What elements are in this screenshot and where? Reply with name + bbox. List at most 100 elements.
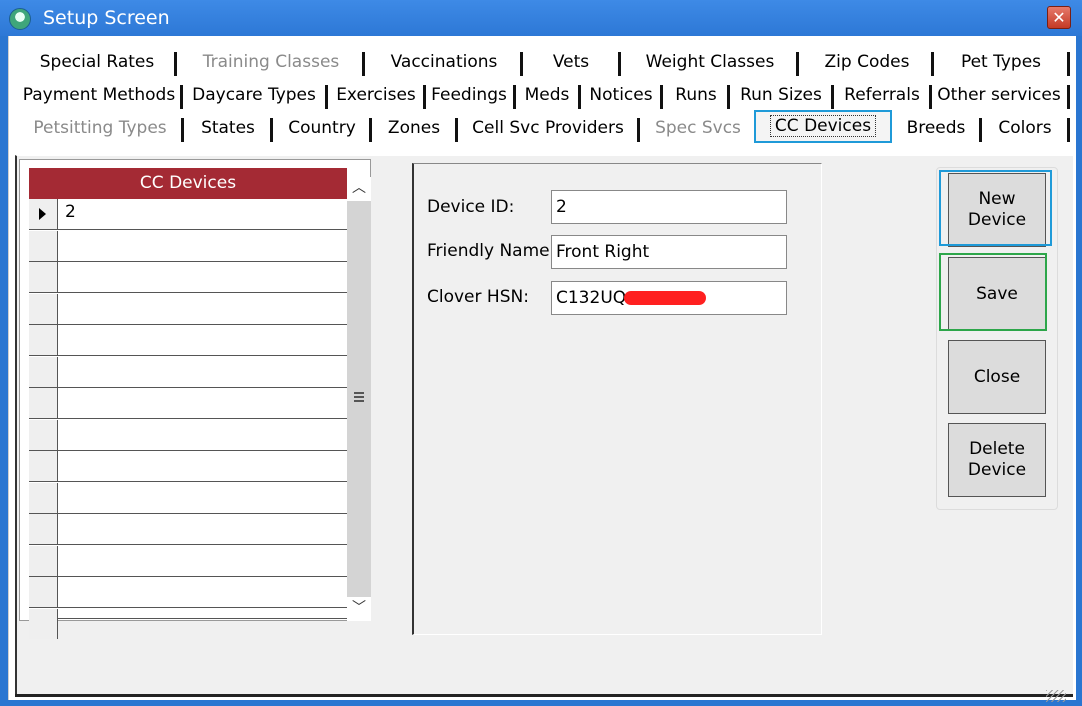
tab-runs[interactable]: Runs bbox=[667, 81, 725, 111]
tab-cell-svc-providers[interactable]: Cell Svc Providers bbox=[462, 114, 634, 144]
table-row[interactable] bbox=[29, 230, 347, 262]
tab-breeds[interactable]: Breeds bbox=[896, 114, 976, 144]
row-selector[interactable] bbox=[29, 577, 58, 607]
tab-separator bbox=[1067, 85, 1070, 109]
row-selector[interactable] bbox=[29, 325, 58, 355]
clover-hsn-value: C132UQ bbox=[556, 288, 627, 308]
table-row[interactable] bbox=[29, 262, 347, 293]
tab-training-classes[interactable]: Training Classes bbox=[181, 48, 361, 78]
device-id-field[interactable]: 2 bbox=[551, 190, 787, 224]
tab-payment-methods[interactable]: Payment Methods bbox=[21, 81, 177, 111]
row-selector[interactable] bbox=[29, 608, 58, 639]
tab-colors[interactable]: Colors bbox=[986, 114, 1064, 144]
tab-separator bbox=[831, 85, 834, 109]
row-selector[interactable] bbox=[29, 545, 58, 576]
grid-cell[interactable]: 2 bbox=[65, 202, 76, 222]
device-id-label: Device ID: bbox=[427, 197, 515, 217]
row-selector[interactable] bbox=[29, 230, 58, 261]
scroll-down-arrow-icon[interactable]: ﹀ bbox=[347, 597, 371, 621]
tab-separator bbox=[796, 52, 799, 76]
table-row[interactable] bbox=[29, 325, 347, 356]
tab-notices[interactable]: Notices bbox=[583, 81, 659, 111]
tab-separator bbox=[1067, 118, 1070, 142]
row-selector[interactable] bbox=[29, 356, 58, 387]
tab-vaccinations[interactable]: Vaccinations bbox=[369, 48, 519, 78]
clover-hsn-label: Clover HSN: bbox=[427, 287, 529, 307]
tab-separator bbox=[362, 52, 365, 76]
row-selector[interactable] bbox=[29, 293, 58, 324]
tab-weight-classes[interactable]: Weight Classes bbox=[625, 48, 795, 78]
tab-feedings[interactable]: Feedings bbox=[428, 81, 510, 111]
row-selector[interactable] bbox=[29, 262, 58, 292]
table-row[interactable] bbox=[29, 451, 347, 482]
table-row[interactable] bbox=[29, 514, 347, 545]
table-row[interactable] bbox=[29, 388, 347, 419]
tab-cc-devices[interactable]: CC Devices bbox=[754, 110, 892, 143]
close-button[interactable]: Close bbox=[948, 340, 1046, 414]
tab-exercises[interactable]: Exercises bbox=[332, 81, 420, 111]
scroll-thumb[interactable] bbox=[347, 201, 371, 597]
row-selector[interactable] bbox=[29, 451, 58, 481]
grip-icon bbox=[354, 392, 364, 402]
tab-separator bbox=[423, 85, 426, 109]
tab-separator bbox=[637, 118, 640, 142]
grid-header-cc-devices[interactable]: CC Devices bbox=[29, 168, 347, 199]
tab-pet-types[interactable]: Pet Types bbox=[938, 48, 1064, 78]
tab-zones[interactable]: Zones bbox=[376, 114, 452, 144]
table-row[interactable] bbox=[29, 293, 347, 325]
tab-special-rates[interactable]: Special Rates bbox=[21, 48, 173, 78]
tab-separator bbox=[578, 85, 581, 109]
row-selector[interactable] bbox=[29, 482, 58, 513]
tab-daycare-types[interactable]: Daycare Types bbox=[187, 81, 321, 111]
table-row[interactable] bbox=[29, 577, 347, 608]
table-row[interactable] bbox=[29, 419, 347, 451]
tab-states[interactable]: States bbox=[188, 114, 268, 144]
tab-petsitting-types[interactable]: Petsitting Types bbox=[21, 114, 179, 144]
tab-spec-svcs[interactable]: Spec Svcs bbox=[643, 114, 753, 144]
friendly-name-label: Friendly Name bbox=[427, 241, 550, 261]
tab-separator bbox=[180, 85, 183, 109]
tab-cc-devices-label: CC Devices bbox=[769, 115, 877, 137]
close-window-button[interactable]: ✕ bbox=[1047, 6, 1071, 29]
tab-run-sizes[interactable]: Run Sizes bbox=[733, 81, 829, 111]
tab-separator bbox=[1067, 52, 1070, 76]
row-selector[interactable] bbox=[29, 514, 58, 544]
row-selector[interactable] bbox=[29, 419, 58, 450]
title-bar[interactable]: Setup Screen ✕ bbox=[0, 0, 1082, 36]
friendly-name-field[interactable]: Front Right bbox=[551, 235, 787, 269]
tab-other-services[interactable]: Other services bbox=[934, 81, 1064, 111]
row-selector[interactable] bbox=[29, 199, 58, 229]
tab-separator bbox=[520, 52, 523, 76]
tab-separator bbox=[660, 85, 663, 109]
tab-separator bbox=[369, 118, 372, 142]
table-row[interactable] bbox=[29, 482, 347, 514]
table-row[interactable]: 2 bbox=[29, 199, 347, 230]
scroll-up-arrow-icon[interactable]: ︿ bbox=[347, 177, 371, 201]
client-area: Special Rates Training Classes Vaccinati… bbox=[8, 36, 1076, 700]
tab-separator bbox=[181, 118, 184, 142]
delete-device-button[interactable]: Delete Device bbox=[948, 423, 1046, 497]
tab-separator bbox=[618, 52, 621, 76]
highlight-save bbox=[939, 253, 1047, 331]
tab-country[interactable]: Country bbox=[277, 114, 367, 144]
resize-grip-icon[interactable] bbox=[1046, 690, 1066, 702]
table-row[interactable] bbox=[29, 545, 347, 577]
table-row[interactable] bbox=[29, 356, 347, 388]
tab-separator bbox=[513, 85, 516, 109]
tab-separator bbox=[325, 85, 328, 109]
table-row[interactable] bbox=[29, 608, 347, 639]
tab-separator bbox=[727, 85, 730, 109]
device-details-group bbox=[412, 163, 822, 635]
tab-separator bbox=[929, 85, 932, 109]
tab-zip-codes[interactable]: Zip Codes bbox=[803, 48, 931, 78]
row-selector[interactable] bbox=[29, 388, 58, 418]
tab-separator bbox=[270, 118, 273, 142]
tab-vets[interactable]: Vets bbox=[527, 48, 615, 78]
tab-separator bbox=[174, 52, 177, 76]
tab-row-3: Petsitting Types States Country Zones Ce… bbox=[9, 110, 1077, 144]
panel-bottom-border bbox=[15, 694, 1073, 697]
clover-hsn-field[interactable]: C132UQ bbox=[551, 281, 787, 315]
tab-referrals[interactable]: Referrals bbox=[836, 81, 928, 111]
tab-meds[interactable]: Meds bbox=[519, 81, 575, 111]
grid-vertical-scrollbar[interactable]: ︿ ﹀ bbox=[347, 177, 371, 621]
